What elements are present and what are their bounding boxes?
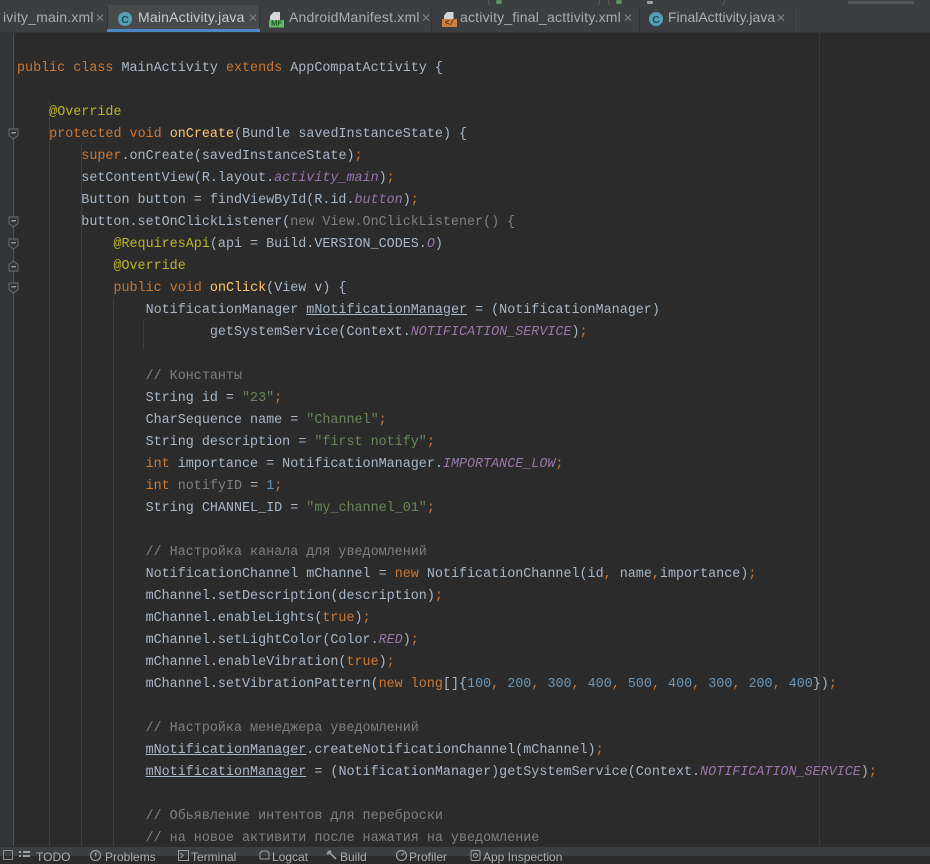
svg-text:MF: MF (271, 19, 282, 28)
svg-text:</: </ (445, 19, 455, 28)
svg-text:C: C (652, 14, 660, 26)
svg-text:C: C (121, 14, 129, 26)
